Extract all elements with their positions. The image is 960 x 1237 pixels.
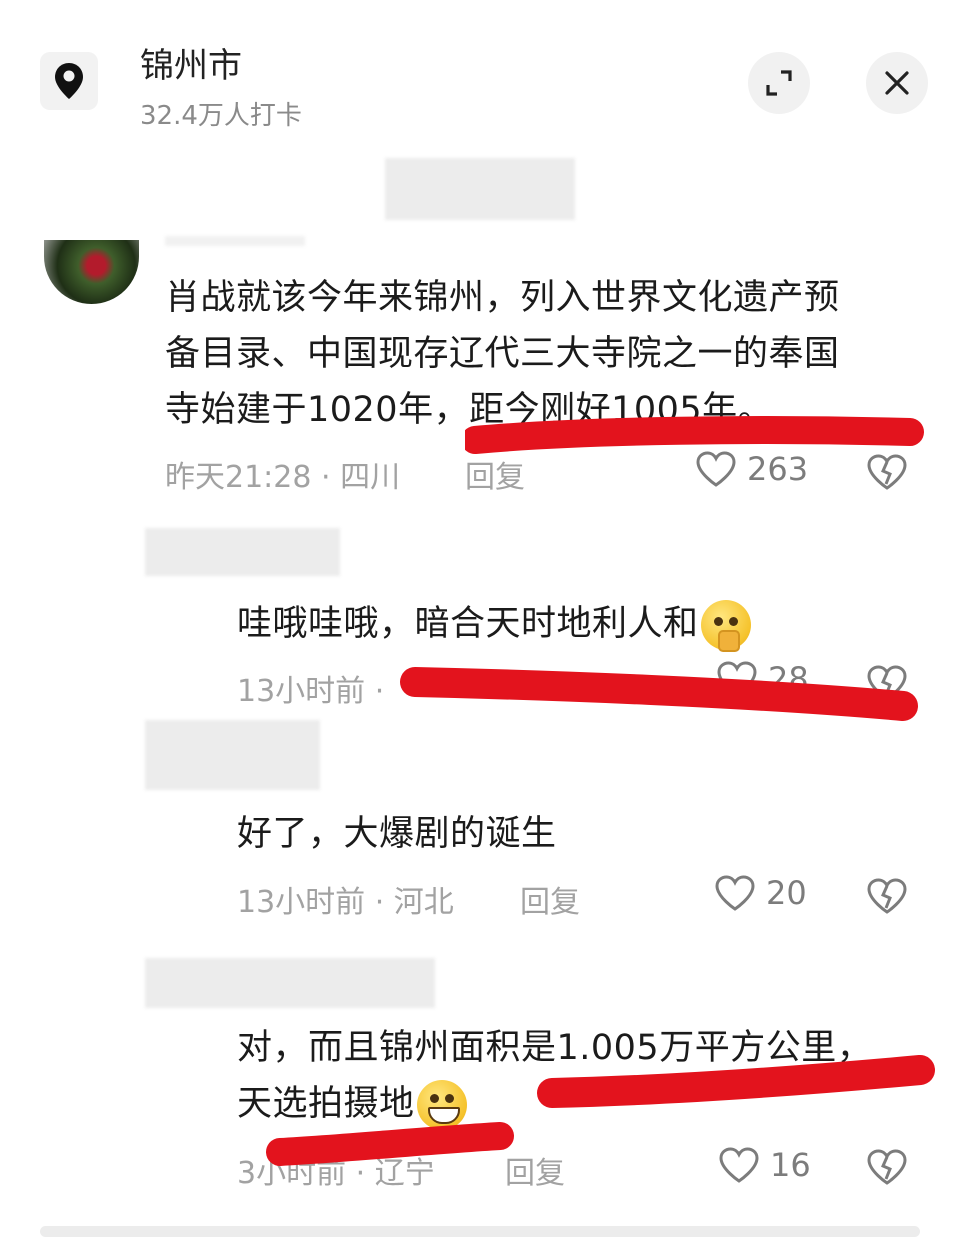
bottom-input-bar[interactable] <box>40 1226 920 1237</box>
broken-heart-icon[interactable] <box>866 877 908 915</box>
location-header: 锦州市 32.4万人打卡 <box>0 0 960 150</box>
heart-outline-icon <box>715 875 755 911</box>
like-count: 16 <box>770 1146 811 1184</box>
like-button[interactable]: 20 <box>714 874 807 912</box>
red-highlight-stroke <box>537 1055 935 1108</box>
close-icon <box>885 71 909 95</box>
location-badge <box>40 52 98 110</box>
censored-username <box>165 236 305 246</box>
comment-meta: 13小时前 · 河北 <box>237 885 454 920</box>
expand-button[interactable] <box>748 52 810 114</box>
like-count: 20 <box>766 874 807 912</box>
avatar[interactable] <box>44 240 139 304</box>
reply-button[interactable]: 回复 <box>520 877 580 921</box>
comment-text: 哇哦哇哦，暗合天时地利人和 <box>237 596 751 652</box>
censored-username <box>145 958 435 1008</box>
censored-banner <box>385 158 575 220</box>
close-button[interactable] <box>866 52 928 114</box>
comment-meta: 昨天21:28 · 四川 <box>165 460 401 495</box>
heart-outline-icon <box>719 1147 759 1183</box>
like-button[interactable]: 16 <box>718 1146 811 1184</box>
censored-username <box>145 720 320 790</box>
red-highlight-stroke <box>400 667 918 721</box>
comment-text: 好了，大爆剧的诞生 <box>237 814 557 854</box>
checkin-count: 32.4万人打卡 <box>140 101 302 131</box>
red-highlight-stroke <box>465 416 924 454</box>
censored-username <box>145 528 340 576</box>
red-highlight-stroke <box>266 1122 514 1166</box>
location-title[interactable]: 锦州市 <box>140 38 242 87</box>
comment-meta: 13小时前 · <box>237 674 385 709</box>
shy-face-emoji-icon <box>700 600 751 652</box>
broken-heart-icon[interactable] <box>866 1148 908 1186</box>
expand-icon <box>766 70 792 96</box>
location-pin-icon <box>55 63 83 99</box>
